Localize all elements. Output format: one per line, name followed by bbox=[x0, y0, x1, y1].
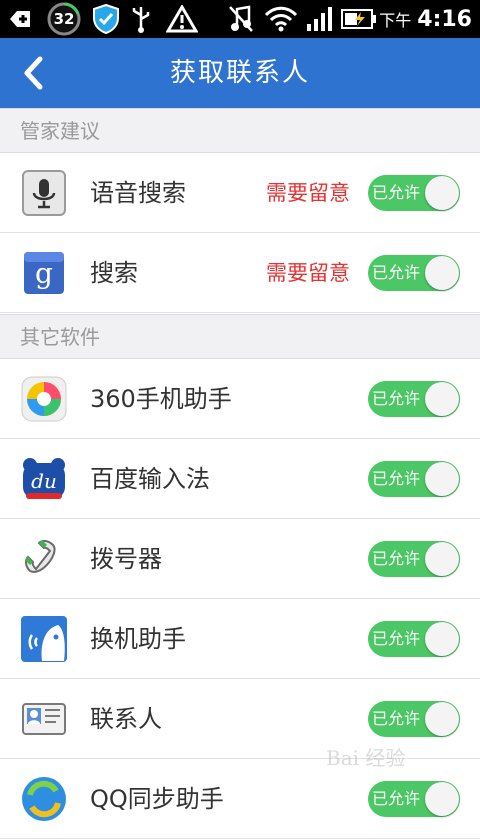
clock-ampm: 下午 bbox=[379, 11, 412, 30]
toggle-knob bbox=[425, 462, 459, 496]
battery-icon bbox=[340, 4, 378, 34]
svg-text:g: g bbox=[35, 257, 53, 290]
battery-circle-value: 32 bbox=[53, 10, 75, 28]
toggle-label: 已允许 bbox=[372, 549, 421, 568]
wifi-icon bbox=[262, 4, 300, 34]
toggle-knob bbox=[425, 622, 459, 656]
svg-text:du: du bbox=[31, 469, 57, 493]
google-g-icon: g bbox=[20, 249, 68, 297]
warning-label: 需要留意 bbox=[266, 181, 350, 205]
app-name: 搜索 bbox=[90, 259, 138, 287]
shield-icon bbox=[90, 4, 122, 34]
toggle-knob bbox=[425, 542, 459, 576]
toggle-label: 已允许 bbox=[372, 263, 421, 282]
permission-toggle[interactable]: 已允许 bbox=[368, 175, 460, 211]
permission-toggle[interactable]: 已允许 bbox=[368, 461, 460, 497]
app-name: QQ同步助手 bbox=[90, 785, 224, 813]
app-name: 换机助手 bbox=[90, 625, 186, 653]
contact-card-icon bbox=[20, 695, 68, 743]
clock: 下午 4:16 bbox=[379, 0, 472, 38]
app-row-phone-clone[interactable]: 换机助手 已允许 bbox=[0, 599, 480, 679]
section-header-suggestions: 管家建议 bbox=[0, 108, 480, 153]
toggle-knob bbox=[425, 256, 459, 290]
section-header-other-apps: 其它软件 bbox=[0, 314, 480, 359]
toggle-knob bbox=[425, 702, 459, 736]
permission-toggle[interactable]: 已允许 bbox=[368, 621, 460, 657]
usb-icon bbox=[128, 4, 154, 34]
warning-icon bbox=[164, 4, 200, 34]
phone-clone-icon bbox=[20, 615, 68, 663]
360-assistant-icon bbox=[20, 375, 68, 423]
app-row-voice-search[interactable]: 语音搜索 需要留意 已允许 bbox=[0, 153, 480, 233]
app-name: 语音搜索 bbox=[90, 179, 186, 207]
toggle-knob bbox=[425, 176, 459, 210]
toggle-label: 已允许 bbox=[372, 389, 421, 408]
app-name: 联系人 bbox=[90, 705, 162, 733]
app-row-baidu-ime[interactable]: du 百度输入法 已允许 bbox=[0, 439, 480, 519]
permission-toggle[interactable]: 已允许 bbox=[368, 541, 460, 577]
toggle-knob bbox=[425, 782, 459, 816]
music-mute-icon bbox=[226, 4, 256, 34]
permission-toggle[interactable]: 已允许 bbox=[368, 255, 460, 291]
permission-toggle[interactable]: 已允许 bbox=[368, 781, 460, 817]
page-title: 获取联系人 bbox=[169, 58, 310, 88]
app-row-dialer[interactable]: 拨号器 已允许 bbox=[0, 519, 480, 599]
clock-time: 4:16 bbox=[417, 6, 472, 32]
app-name: 拨号器 bbox=[90, 545, 162, 573]
status-bar: 32 下午 4:16 bbox=[0, 0, 480, 38]
baidu-du-icon: du bbox=[20, 455, 68, 503]
toggle-label: 已允许 bbox=[372, 709, 421, 728]
microphone-icon bbox=[20, 169, 68, 217]
toggle-knob bbox=[425, 382, 459, 416]
toggle-label: 已允许 bbox=[372, 629, 421, 648]
watermark-text: Bai 经验 bbox=[326, 746, 406, 770]
phone-handset-icon bbox=[20, 535, 68, 583]
app-row-search[interactable]: g 搜索 需要留意 已允许 bbox=[0, 233, 480, 313]
app-name: 360手机助手 bbox=[90, 385, 232, 413]
section-label: 其它软件 bbox=[20, 325, 100, 349]
app-header: 获取联系人 bbox=[0, 38, 480, 108]
toggle-label: 已允许 bbox=[372, 469, 421, 488]
battery-circle: 32 bbox=[44, 2, 84, 36]
qq-sync-icon bbox=[20, 775, 68, 823]
permission-toggle[interactable]: 已允许 bbox=[368, 381, 460, 417]
warning-label: 需要留意 bbox=[266, 261, 350, 285]
app-row-360-assistant[interactable]: 360手机助手 已允许 bbox=[0, 359, 480, 439]
toggle-label: 已允许 bbox=[372, 789, 421, 808]
add-box-icon bbox=[6, 4, 34, 34]
baidu-watermark: Bai 经验 bbox=[326, 742, 446, 782]
toggle-label: 已允许 bbox=[372, 183, 421, 202]
app-name: 百度输入法 bbox=[90, 465, 210, 493]
signal-icon bbox=[304, 4, 336, 34]
permission-toggle[interactable]: 已允许 bbox=[368, 701, 460, 737]
section-label: 管家建议 bbox=[20, 119, 100, 143]
